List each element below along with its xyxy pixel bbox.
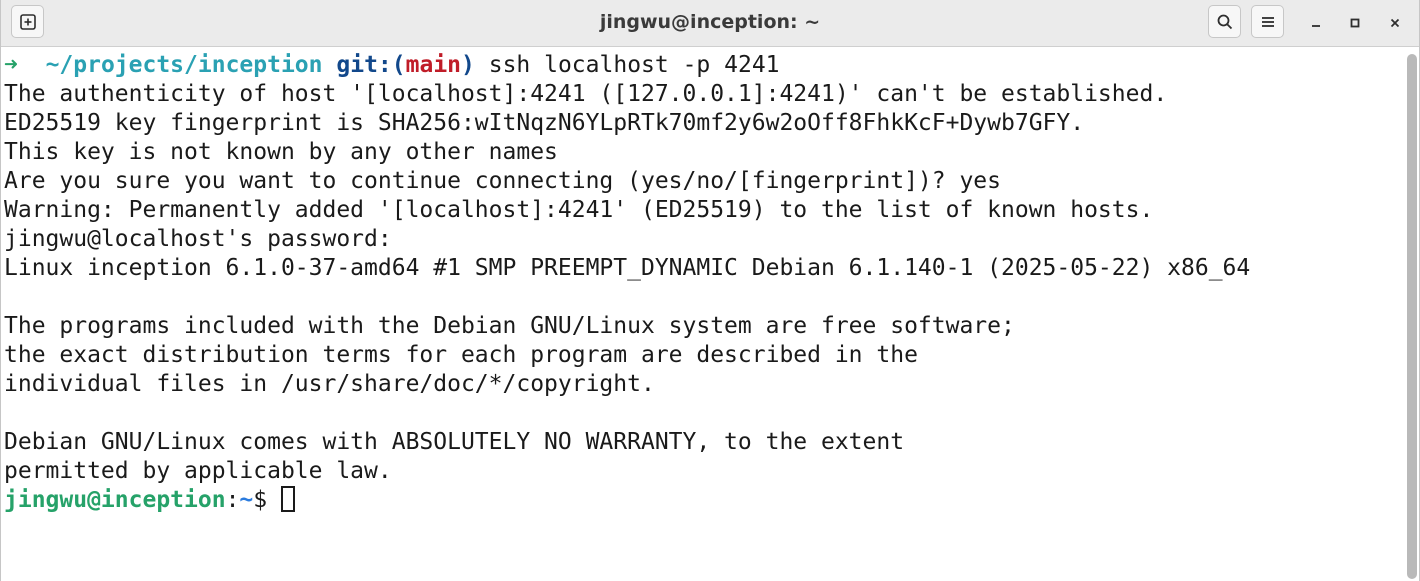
output-line: Linux inception 6.1.0-37-amd64 #1 SMP PR… (4, 255, 1251, 281)
output-line: permitted by applicable law. (4, 458, 392, 484)
minimize-button[interactable] (1303, 10, 1329, 36)
prompt-user-host: jingwu@inception (4, 487, 226, 513)
hamburger-menu-icon (1261, 16, 1274, 27)
prompt-path: ~/projects/inception (45, 52, 323, 78)
git-branch: main (405, 52, 462, 78)
prompt-separator: : (225, 487, 240, 513)
shell-prompt-line: ➜ ~/projects/inception git:(main) ssh lo… (4, 51, 1404, 80)
minimize-icon (1312, 25, 1320, 27)
maximize-icon (1350, 18, 1360, 28)
output-line: The programs included with the Debian GN… (4, 313, 1015, 339)
search-icon (1217, 14, 1232, 29)
git-label-close: ) (461, 52, 475, 78)
output-line: Debian GNU/Linux comes with ABSOLUTELY N… (4, 429, 905, 455)
terminal-output[interactable]: ➜ ~/projects/inception git:(main) ssh lo… (4, 51, 1404, 581)
shell-prompt-line: jingwu@inception:~$ (4, 486, 1404, 515)
output-line: individual files in /usr/share/doc/*/cop… (4, 371, 655, 397)
output-line: The authenticity of host '[localhost]:42… (4, 81, 1168, 107)
close-button[interactable] (1382, 10, 1408, 36)
menu-button[interactable] (1251, 5, 1284, 38)
output-line: Warning: Permanently added '[localhost]:… (4, 197, 1154, 223)
vertical-scrollbar[interactable] (1407, 52, 1417, 579)
prompt-arrow: ➜ (4, 52, 18, 78)
search-button[interactable] (1208, 5, 1241, 38)
text-cursor[interactable] (280, 486, 295, 512)
prompt-symbol: $ (253, 487, 281, 513)
git-label: git:( (336, 52, 406, 78)
maximize-button[interactable] (1342, 10, 1368, 36)
output-line: This key is not known by any other names (4, 139, 558, 165)
command-text: ssh localhost -p 4241 (474, 52, 780, 78)
close-icon (1390, 18, 1400, 28)
title-bar: jingwu@inception: ~ (1, 0, 1419, 47)
output-line: Are you sure you want to continue connec… (4, 168, 1001, 194)
output-line: jingwu@localhost's password: (4, 226, 406, 252)
output-line: the exact distribution terms for each pr… (4, 342, 918, 368)
scrollbar-thumb[interactable] (1407, 54, 1417, 579)
window-title: jingwu@inception: ~ (599, 11, 821, 33)
prompt-path: ~ (239, 487, 254, 513)
terminal-window: jingwu@inception: ~ ➜ ~/projects/incepti… (0, 0, 1420, 581)
output-line: ED25519 key fingerprint is SHA256:wItNqz… (4, 110, 1085, 136)
